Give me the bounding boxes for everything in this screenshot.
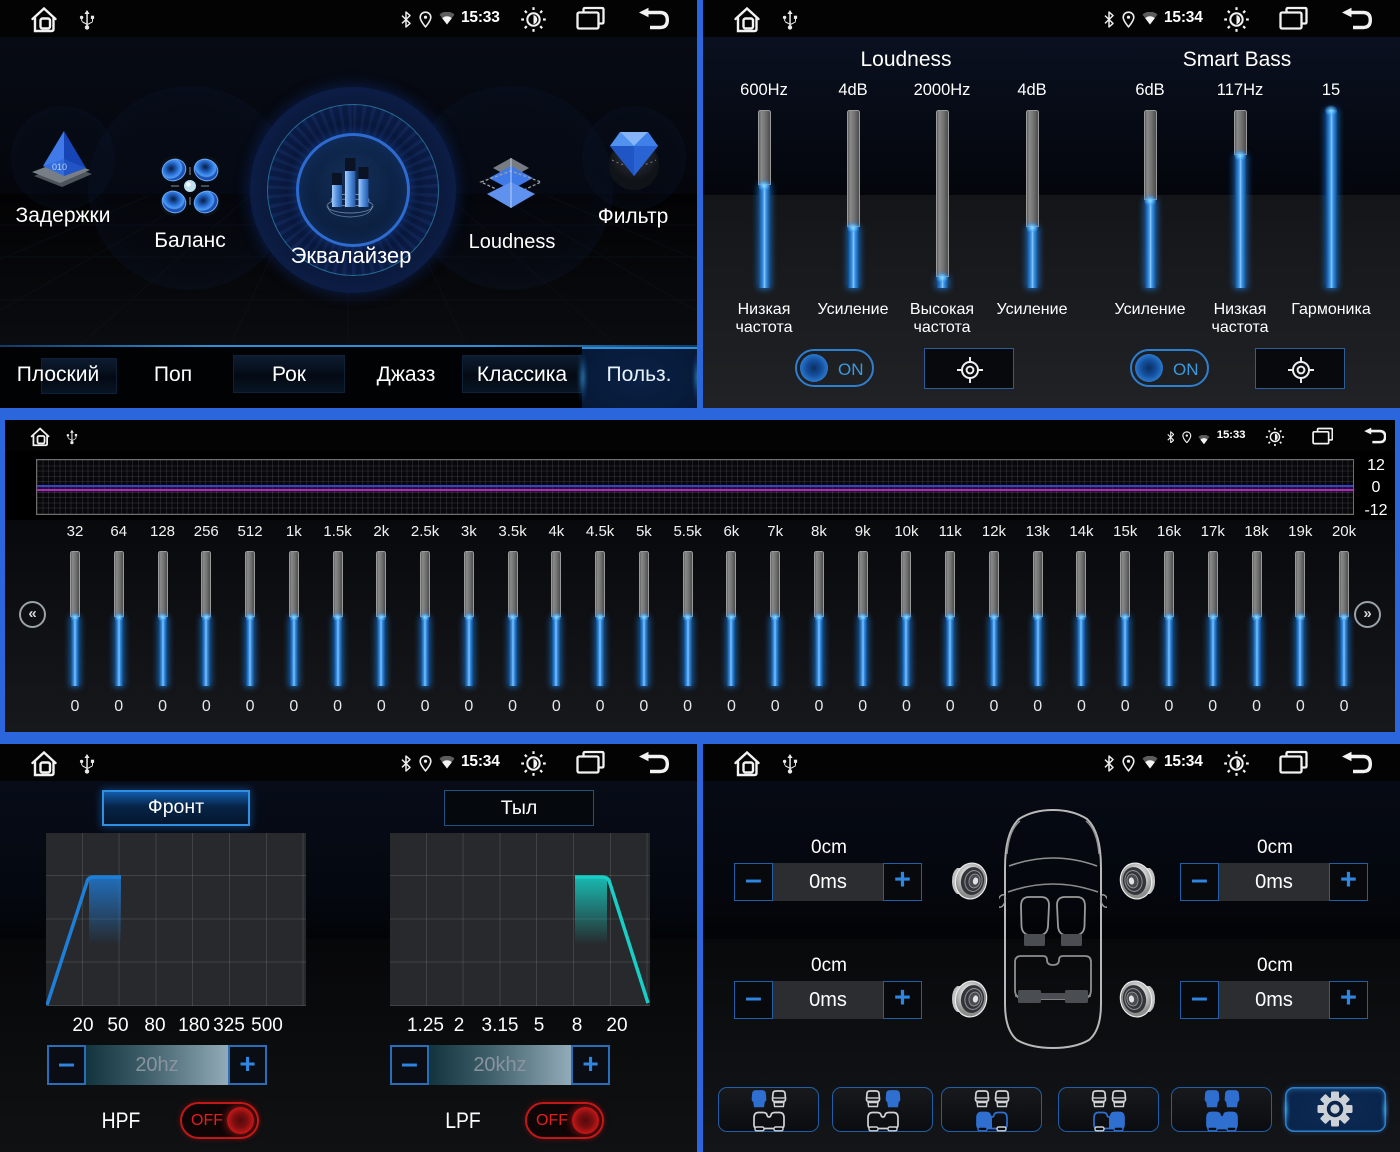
svg-text:010: 010 <box>52 162 67 172</box>
